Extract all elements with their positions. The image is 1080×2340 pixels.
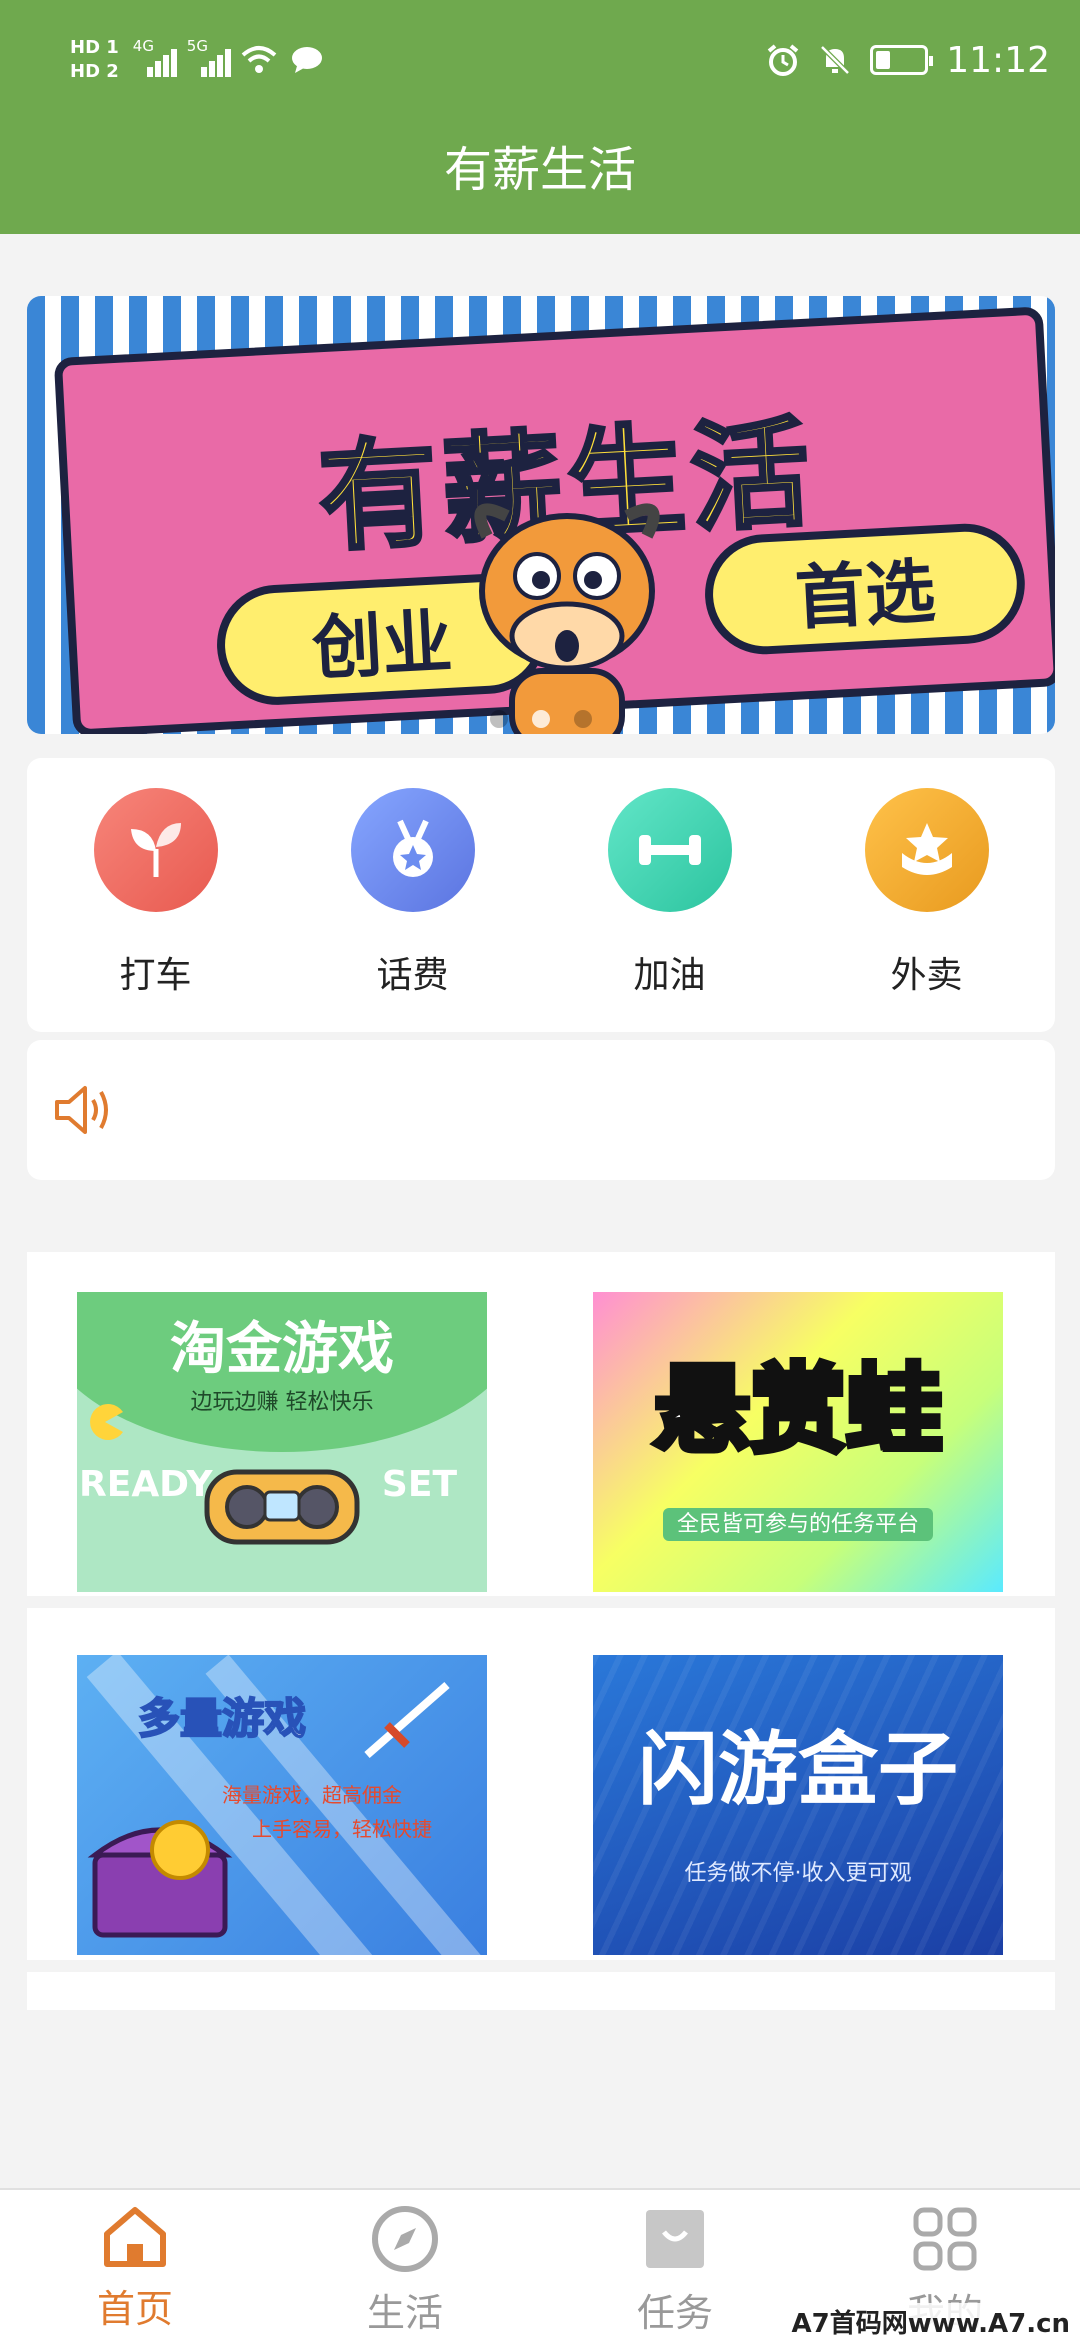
game-title: 闪游盒子: [638, 1723, 958, 1816]
network-5g-label: 5G: [186, 37, 208, 55]
bull-mascot-icon: [474, 503, 660, 734]
game-card-shanyou[interactable]: 闪游盒子 任务做不停·收入更可观: [593, 1655, 1003, 1955]
status-left: HD 1 HD 2 4G 5G: [70, 30, 323, 90]
sprout-icon: [93, 788, 218, 912]
tab-label: 首页: [96, 2287, 173, 2331]
speaker-icon: [55, 1086, 108, 1134]
dumbbell-icon: [607, 788, 732, 912]
hd2-label: HD 2: [70, 61, 119, 82]
game-ready-label: READY: [79, 1464, 213, 1505]
quick-action-label: 打车: [119, 955, 192, 996]
game-card-duoliang[interactable]: 多量游戏 海量游戏，超高佣金 上手容易，轻松快捷: [77, 1655, 487, 1955]
quick-actions: 打车 话费 加油 外卖: [27, 758, 1055, 1032]
game-title: 悬赏蛙: [651, 1351, 945, 1469]
tab-home[interactable]: 首页: [0, 2190, 270, 2340]
notice-bar[interactable]: [27, 1040, 1055, 1180]
tab-life[interactable]: 生活: [270, 2190, 540, 2340]
gamepad-icon: [204, 1469, 360, 1545]
message-icon: [291, 47, 322, 73]
game-subtitle-wrap: 全民皆可参与的任务平台: [593, 1506, 1003, 1541]
quick-action-phone-bill[interactable]: 话费: [284, 758, 541, 1032]
game-subtitle: 全民皆可参与的任务平台: [662, 1508, 933, 1541]
mute-bell-icon: [820, 45, 851, 75]
tab-label: 生活: [366, 2291, 443, 2335]
hd1-label: HD 1: [70, 37, 119, 58]
tab-tasks[interactable]: 任务: [540, 2190, 810, 2340]
watermark: A7首码网www.A7.cn: [787, 2303, 1074, 2340]
signal-5g-icon: 5G: [187, 37, 231, 77]
status-right: 11:12: [766, 30, 1050, 90]
battery-icon: [870, 45, 934, 75]
alarm-icon: [767, 44, 799, 76]
quick-action-takeout[interactable]: 外卖: [798, 758, 1055, 1032]
tab-label: 任务: [636, 2291, 713, 2335]
carousel-dot[interactable]: [574, 710, 592, 728]
star-badge-icon: [864, 788, 989, 912]
signal-4g-icon: 4G: [133, 37, 177, 77]
page-title: 有薪生活: [443, 142, 636, 198]
game-title: 淘金游戏: [170, 1317, 394, 1382]
game-subtitle: 边玩边赚 轻松快乐: [190, 1390, 374, 1415]
game-card-taojin[interactable]: 淘金游戏 边玩边赚 轻松快乐 READY SET: [77, 1292, 487, 1592]
divider: [27, 1960, 1055, 1972]
game-subtitle: 任务做不停·收入更可观: [684, 1861, 912, 1886]
app-header: HD 1 HD 2 4G 5G 11:12 有薪生活: [0, 0, 1080, 234]
divider: [27, 1596, 1055, 1608]
carousel-indicators: [27, 710, 1055, 728]
hd-indicator: HD 1 HD 2: [70, 36, 119, 84]
status-time: 11:12: [946, 39, 1050, 81]
compass-icon: [372, 2206, 438, 2272]
carousel-dot[interactable]: [490, 710, 508, 728]
bag-icon: [646, 2210, 704, 2268]
game-card-xuanshangwa[interactable]: 悬赏蛙 全民皆可参与的任务平台: [593, 1292, 1003, 1592]
quick-action-taxi[interactable]: 打车: [27, 758, 284, 1032]
carousel-dot-active[interactable]: [532, 710, 550, 728]
home-icon: [104, 2207, 166, 2267]
network-4g-label: 4G: [132, 37, 154, 55]
banner-carousel[interactable]: 有薪生活 创业 首选: [27, 296, 1055, 734]
quick-action-label: 外卖: [890, 955, 963, 996]
pacman-icon: [90, 1404, 123, 1440]
quick-action-label: 加油: [633, 955, 706, 996]
game-set-label: SET: [381, 1464, 457, 1505]
treasure-chest-icon: [87, 1820, 233, 1938]
divider: [27, 1240, 1055, 1252]
quick-action-fuel[interactable]: 加油: [541, 758, 798, 1032]
banner-right-pill: 首选: [702, 520, 1028, 658]
grid-icon: [913, 2207, 977, 2271]
wifi-icon: [241, 46, 277, 73]
sword-icon: [364, 1681, 450, 1759]
game-grid: 淘金游戏 边玩边赚 轻松快乐 READY SET 悬赏蛙 全民皆可参与的任务平台…: [27, 1240, 1055, 2010]
medal-icon: [350, 788, 475, 912]
status-bar: HD 1 HD 2 4G 5G 11:12: [0, 0, 1080, 120]
quick-action-label: 话费: [376, 955, 449, 996]
